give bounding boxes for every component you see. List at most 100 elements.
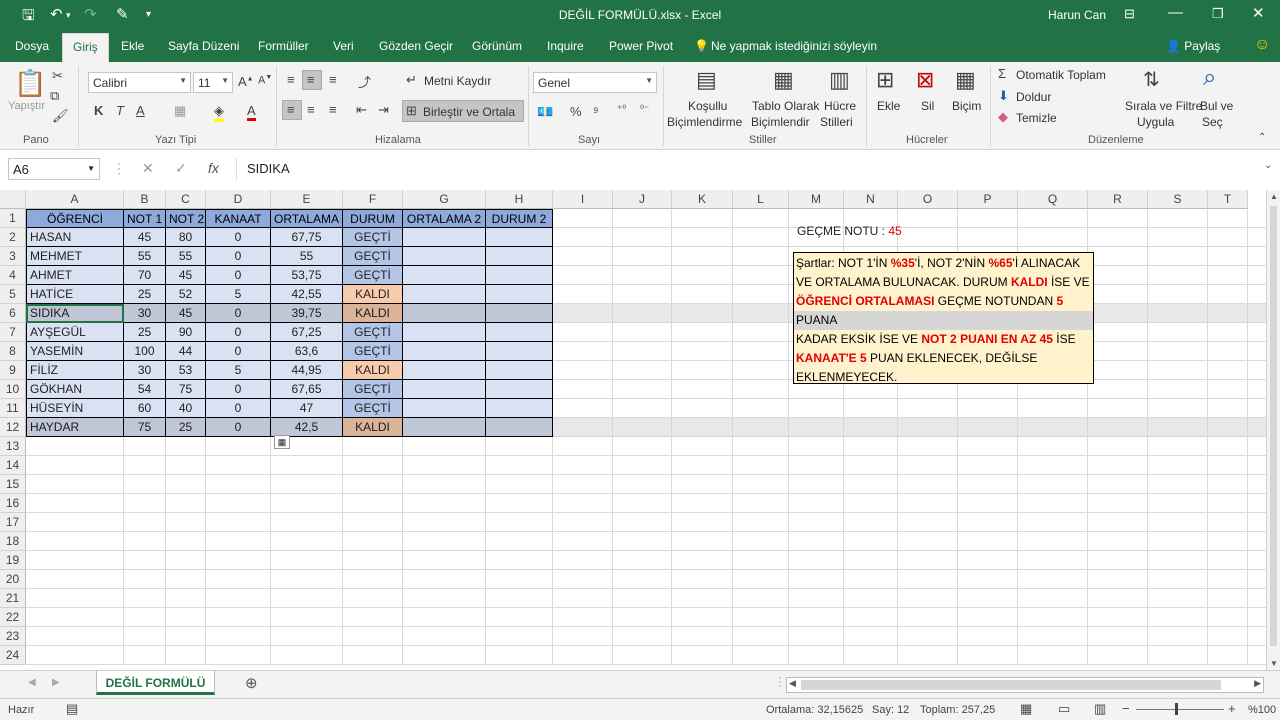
- row-header-16[interactable]: 16: [0, 494, 26, 513]
- align-bottom-icon[interactable]: ≡: [329, 72, 337, 87]
- row-header-9[interactable]: 9: [0, 361, 26, 380]
- table-cell[interactable]: [486, 399, 553, 418]
- align-middle-icon[interactable]: ≡: [307, 72, 315, 87]
- table-cell[interactable]: GEÇTİ: [343, 342, 403, 361]
- table-cell[interactable]: [403, 285, 486, 304]
- table-cell[interactable]: GEÇTİ: [343, 399, 403, 418]
- table-cell[interactable]: 0: [206, 304, 271, 323]
- format-painter-icon[interactable]: 🖌: [52, 108, 69, 124]
- column-header-f[interactable]: F: [343, 190, 403, 209]
- collapse-ribbon-icon[interactable]: ⌃: [1258, 132, 1266, 143]
- table-cell[interactable]: GEÇTİ: [343, 228, 403, 247]
- tab-data[interactable]: Veri: [333, 39, 354, 53]
- table-cell[interactable]: 67,65: [271, 380, 343, 399]
- column-header-j[interactable]: J: [613, 190, 672, 209]
- tab-review[interactable]: Gözden Geçir: [379, 39, 453, 53]
- table-cell[interactable]: 75: [166, 380, 206, 399]
- table-cell[interactable]: 42,55: [271, 285, 343, 304]
- borders-icon[interactable]: ▦: [174, 103, 186, 119]
- table-cell[interactable]: AYŞEGÜL: [26, 323, 124, 342]
- paste-icon[interactable]: 📋: [14, 68, 46, 99]
- insert-cells-icon[interactable]: ⊞: [876, 67, 894, 93]
- row-header-15[interactable]: 15: [0, 475, 26, 494]
- conditional-format-icon[interactable]: ▤: [696, 67, 717, 93]
- tell-me-box[interactable]: Ne yapmak istediğinizi söyleyin: [711, 39, 877, 53]
- table-cell[interactable]: [403, 247, 486, 266]
- column-header-k[interactable]: K: [672, 190, 733, 209]
- format-cells-icon[interactable]: ▦: [955, 67, 976, 93]
- table-cell[interactable]: [403, 361, 486, 380]
- row-header-8[interactable]: 8: [0, 342, 26, 361]
- horizontal-scrollbar[interactable]: ◀ ▶: [786, 677, 1264, 693]
- status-average[interactable]: Ortalama: 32,15625: [766, 704, 863, 716]
- zoom-out-icon[interactable]: −: [1122, 701, 1130, 716]
- zoom-level[interactable]: %100: [1248, 704, 1276, 716]
- table-cell[interactable]: 80: [166, 228, 206, 247]
- cond-format-label-2[interactable]: Biçimlendirme: [667, 115, 742, 129]
- table-cell[interactable]: 45: [166, 266, 206, 285]
- scroll-up-icon[interactable]: ▲: [1270, 192, 1278, 201]
- maximize-icon[interactable]: ❐: [1212, 6, 1224, 22]
- tab-insert[interactable]: Ekle: [121, 39, 144, 53]
- row-header-22[interactable]: 22: [0, 608, 26, 627]
- zoom-slider[interactable]: [1136, 709, 1224, 710]
- table-cell[interactable]: 54: [124, 380, 166, 399]
- table-header-cell[interactable]: DURUM 2: [486, 209, 553, 228]
- row-header-2[interactable]: 2: [0, 228, 26, 247]
- table-cell[interactable]: HÜSEYİN: [26, 399, 124, 418]
- row-header-4[interactable]: 4: [0, 266, 26, 285]
- scroll-down-icon[interactable]: ▼: [1270, 659, 1278, 668]
- select-all-corner[interactable]: [0, 190, 26, 209]
- table-cell[interactable]: [486, 228, 553, 247]
- table-cell[interactable]: 0: [206, 266, 271, 285]
- status-sum[interactable]: Toplam: 257,25: [920, 704, 995, 716]
- table-cell[interactable]: [403, 228, 486, 247]
- quick-analysis-icon[interactable]: ▦: [274, 435, 290, 449]
- macro-record-icon[interactable]: ▤: [66, 701, 78, 717]
- table-cell[interactable]: 67,75: [271, 228, 343, 247]
- table-cell[interactable]: 0: [206, 228, 271, 247]
- table-cell[interactable]: 25: [166, 418, 206, 437]
- autosum-icon[interactable]: Σ: [998, 66, 1006, 81]
- table-cell[interactable]: GEÇTİ: [343, 323, 403, 342]
- table-cell[interactable]: 52: [166, 285, 206, 304]
- table-cell[interactable]: KALDI: [343, 418, 403, 437]
- cell-styles-label-1[interactable]: Hücre: [824, 99, 856, 113]
- table-cell[interactable]: GEÇTİ: [343, 266, 403, 285]
- table-cell[interactable]: 44: [166, 342, 206, 361]
- enter-icon[interactable]: ✓: [175, 160, 187, 177]
- share-button[interactable]: 👤 Paylaş: [1166, 39, 1220, 53]
- table-cell[interactable]: 63,6: [271, 342, 343, 361]
- shrink-font-icon[interactable]: A▼: [258, 74, 272, 87]
- format-cells-label[interactable]: Biçim: [952, 99, 981, 113]
- table-cell[interactable]: 90: [166, 323, 206, 342]
- add-sheet-icon[interactable]: ⊕: [245, 674, 258, 692]
- table-cell[interactable]: [486, 285, 553, 304]
- decrease-decimal-icon[interactable]: ⁰⁻: [640, 104, 649, 115]
- delete-cells-icon[interactable]: ⊠: [916, 67, 934, 93]
- sort-label-1[interactable]: Sırala ve Filtre: [1125, 99, 1202, 113]
- prev-sheet-icon[interactable]: ◀: [28, 677, 36, 688]
- table-cell[interactable]: [486, 342, 553, 361]
- row-header-5[interactable]: 5: [0, 285, 26, 304]
- row-header-18[interactable]: 18: [0, 532, 26, 551]
- vertical-scroll-thumb[interactable]: [1270, 206, 1277, 646]
- table-cell[interactable]: 55: [166, 247, 206, 266]
- table-cell[interactable]: HAYDAR: [26, 418, 124, 437]
- find-label-2[interactable]: Seç: [1202, 115, 1223, 129]
- align-right-icon[interactable]: ≡: [329, 102, 337, 117]
- table-cell[interactable]: 60: [124, 399, 166, 418]
- cut-icon[interactable]: ✂: [52, 68, 63, 84]
- table-cell[interactable]: MEHMET: [26, 247, 124, 266]
- align-left-icon[interactable]: ≡: [287, 102, 295, 117]
- fill-icon[interactable]: ⬇: [998, 88, 1009, 104]
- row-header-1[interactable]: 1: [0, 209, 26, 228]
- table-cell[interactable]: 53: [166, 361, 206, 380]
- sheet-tab-degil-formulu[interactable]: DEĞİL FORMÜLÜ: [96, 671, 215, 695]
- table-cell[interactable]: 39,75: [271, 304, 343, 323]
- find-label-1[interactable]: Bul ve: [1200, 99, 1233, 113]
- page-layout-view-icon[interactable]: ▭: [1058, 701, 1070, 717]
- increase-decimal-icon[interactable]: ⁺⁰: [617, 104, 626, 115]
- cell-styles-label-2[interactable]: Stilleri: [820, 115, 853, 129]
- table-cell[interactable]: 0: [206, 342, 271, 361]
